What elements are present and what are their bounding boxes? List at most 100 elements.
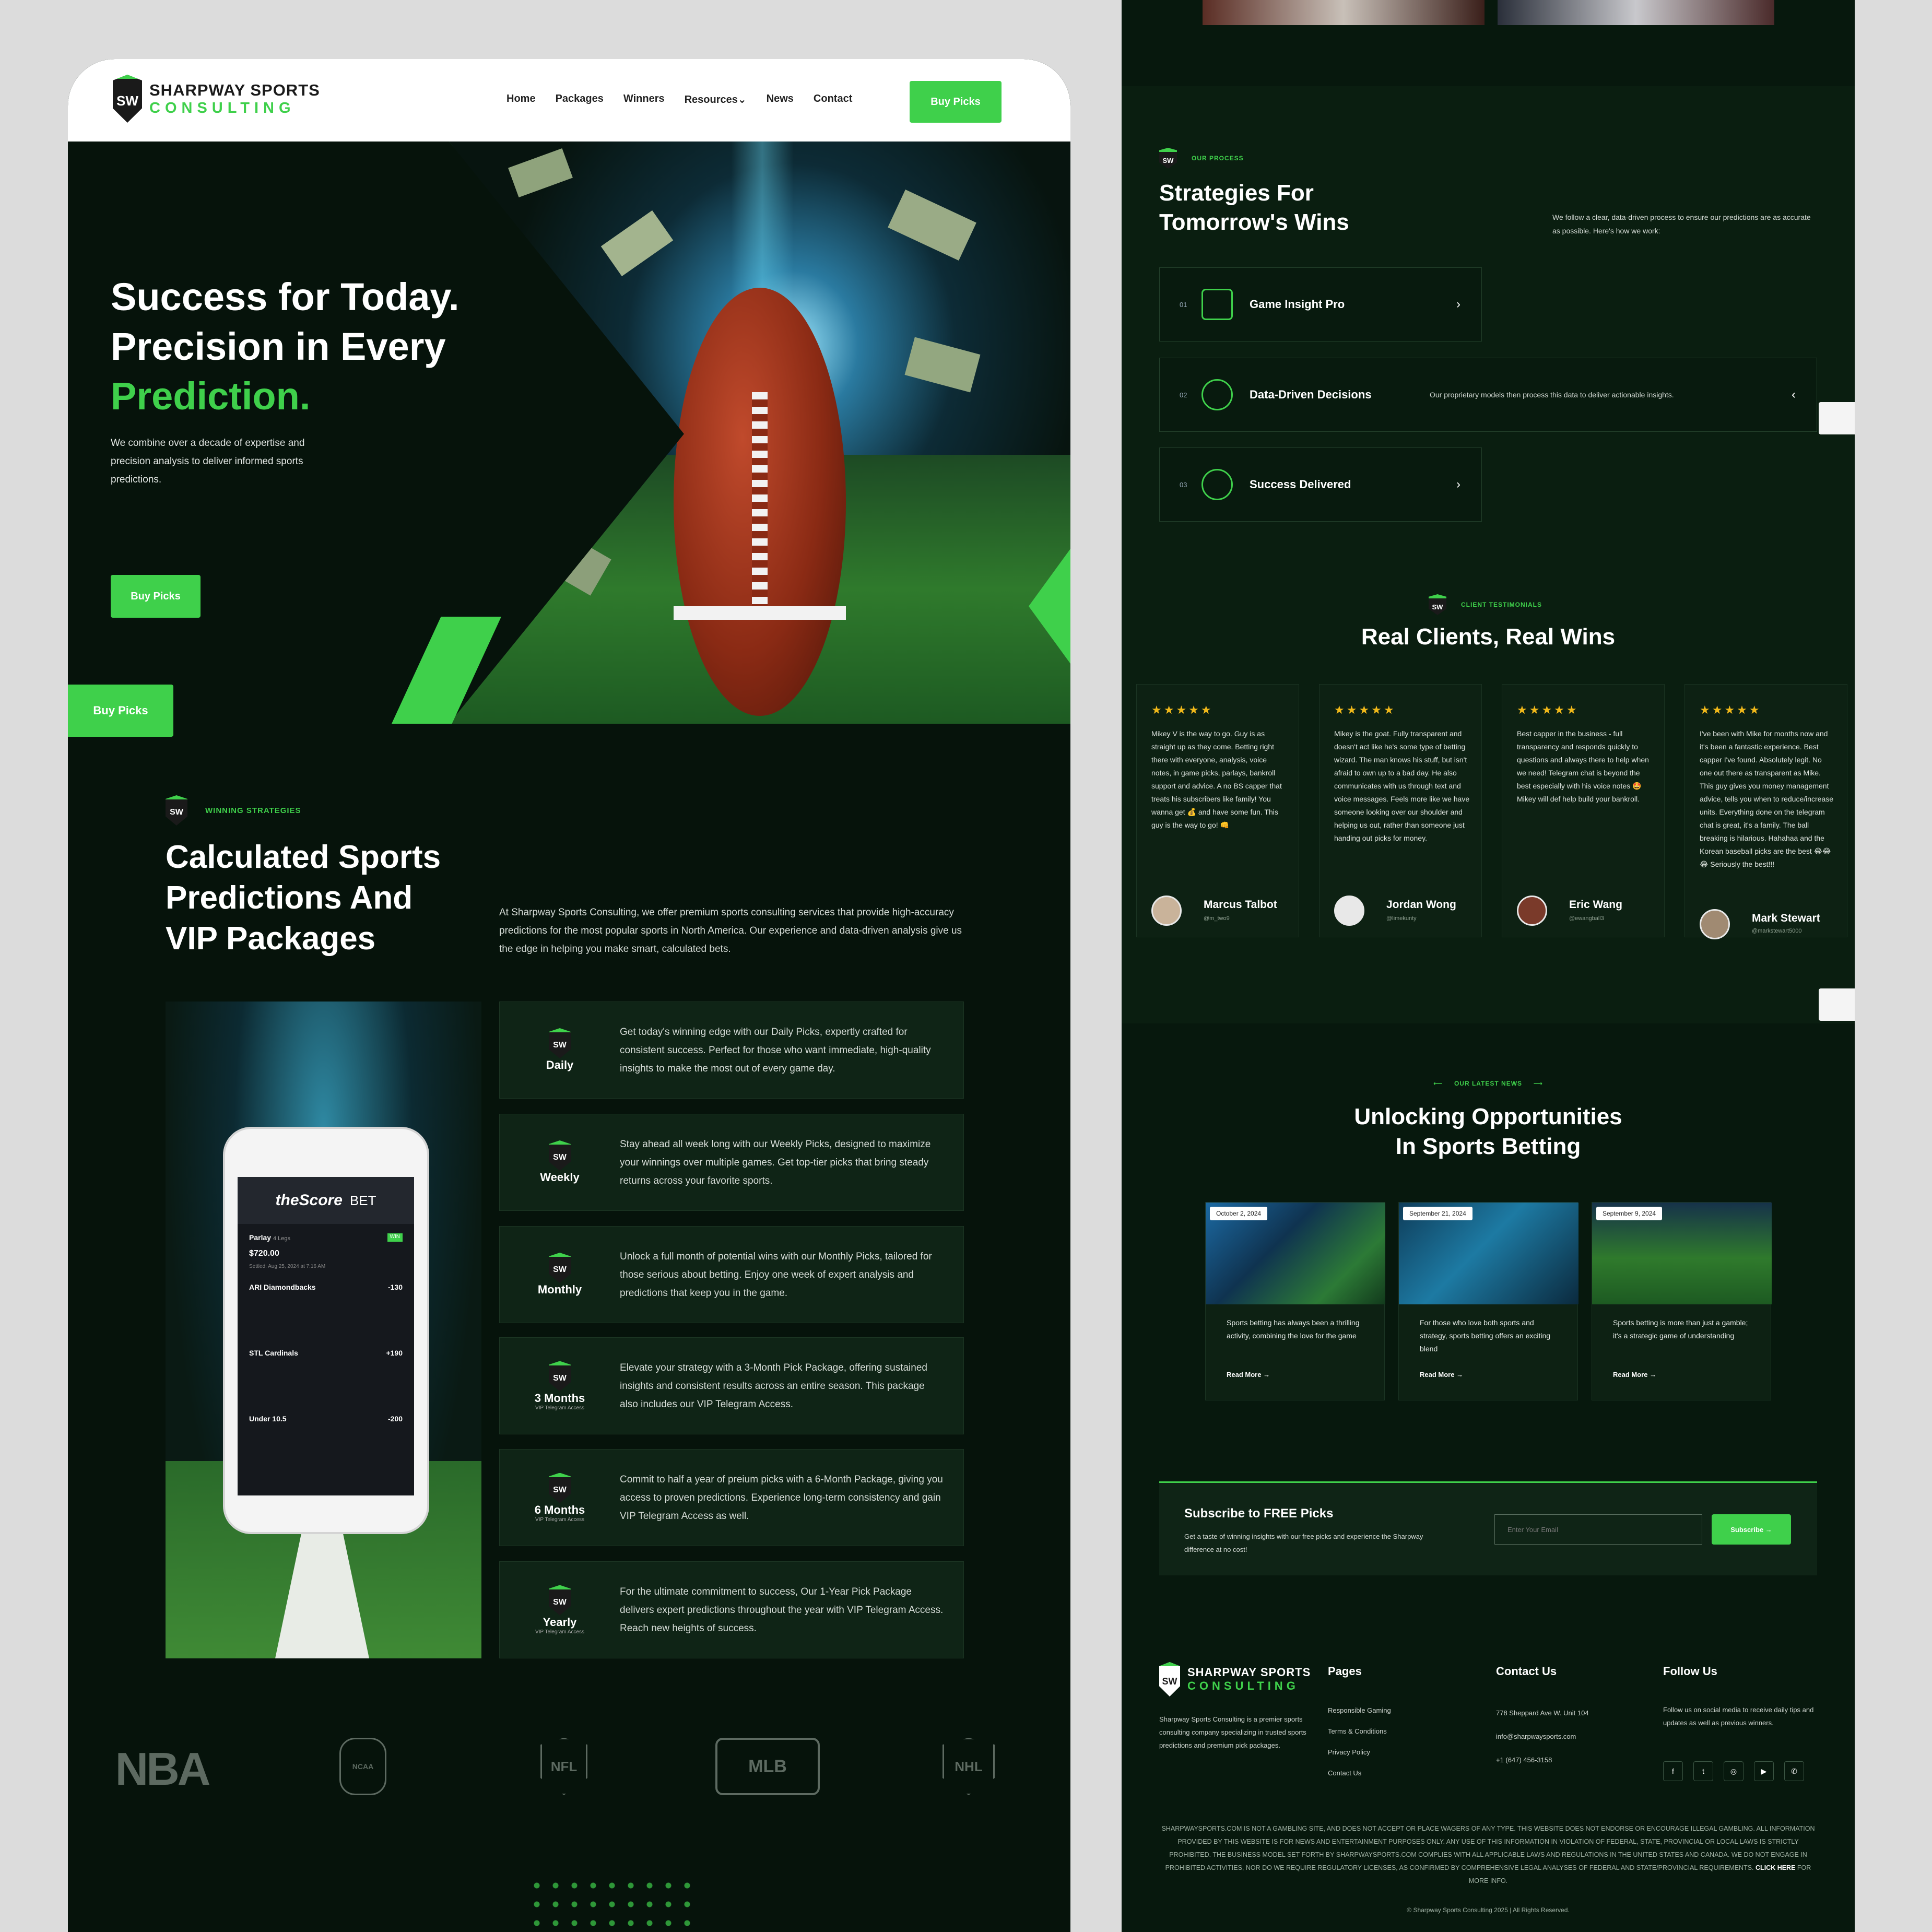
arrow-right-icon: ⟶ bbox=[1533, 1080, 1543, 1087]
header-buy-picks-button[interactable]: Buy Picks bbox=[910, 81, 1002, 123]
phone-screen: theScore BET Parlay 4 Legs WIN $720.00 Set… bbox=[238, 1177, 414, 1495]
avatar bbox=[1700, 909, 1730, 939]
step-title: Data-Driven Decisions bbox=[1250, 388, 1372, 401]
nav-resources[interactable]: Resources⌄ bbox=[685, 93, 747, 106]
package-description: Get today's winning edge with our Daily … bbox=[620, 1026, 931, 1074]
footer-contact-title: Contact Us bbox=[1496, 1665, 1557, 1678]
package-description: Unlock a full month of potential wins wi… bbox=[620, 1251, 932, 1299]
process-step-3[interactable]: 03 Success Delivered › bbox=[1159, 447, 1482, 522]
footer-logo[interactable]: SW SHARPWAY SPORTS CONSULTING bbox=[1159, 1662, 1311, 1697]
parlay-label: Parlay 4 Legs bbox=[249, 1233, 290, 1242]
nfl-logo-icon: NFL bbox=[540, 1738, 587, 1795]
hero-line-2: Precision in Every bbox=[111, 325, 446, 368]
footer-link[interactable]: Contact Us bbox=[1328, 1763, 1391, 1784]
subscribe-title: Subscribe to FREE Picks bbox=[1184, 1506, 1334, 1521]
strategies-label: Winning Strategies bbox=[205, 806, 301, 815]
score-brand: theScore bbox=[275, 1192, 343, 1209]
footer-phone[interactable]: +1 (647) 456-3158 bbox=[1496, 1748, 1589, 1772]
hero-description: We combine over a decade of expertise an… bbox=[111, 438, 305, 485]
testimonial-name: Mark Stewart bbox=[1752, 912, 1820, 924]
footer-link[interactable]: Privacy Policy bbox=[1328, 1742, 1391, 1763]
email-field[interactable] bbox=[1494, 1514, 1702, 1545]
nav-contact[interactable]: Contact bbox=[814, 93, 852, 106]
money-bill-icon bbox=[508, 148, 573, 198]
read-more-link[interactable]: Read More → bbox=[1227, 1371, 1270, 1379]
site-logo[interactable]: SW SHARPWAY SPORTS CONSULTING bbox=[113, 75, 320, 123]
news-date: September 21, 2024 bbox=[1403, 1207, 1472, 1220]
strategies-title-2: Predictions And bbox=[166, 880, 413, 916]
testimonial-handle: @markstewart5000 bbox=[1752, 928, 1802, 934]
site-header: SW SHARPWAY SPORTS CONSULTING Home Packa… bbox=[68, 59, 1070, 142]
parlay-row: Parlay 4 Legs WIN bbox=[249, 1233, 403, 1242]
process-step-1[interactable]: 01 Game Insight Pro › bbox=[1159, 267, 1482, 341]
footer-email[interactable]: info@sharpwaysports.com bbox=[1496, 1725, 1589, 1748]
hero-buy-picks-button[interactable]: Buy Picks bbox=[111, 575, 201, 618]
youtube-icon[interactable]: ▶ bbox=[1754, 1761, 1774, 1781]
footer-about: Sharpway Sports Consulting is a premier … bbox=[1159, 1715, 1306, 1749]
strategies-title-1: Calculated Sports bbox=[166, 839, 441, 875]
home-page-panel-continued: SW Our Process Strategies For Tomorrow's… bbox=[1122, 0, 1855, 1932]
nhl-logo-icon: NHL bbox=[943, 1738, 995, 1795]
package-card-6-months[interactable]: SW 6 Months VIP Telegram Access Commit to … bbox=[499, 1449, 964, 1546]
news-card[interactable]: September 9, 2024 Sports betting is more… bbox=[1592, 1202, 1772, 1400]
strategies-title-3: VIP Packages bbox=[166, 921, 376, 957]
logo-shield-icon: SW bbox=[166, 795, 187, 826]
read-more-link[interactable]: Read More → bbox=[1420, 1371, 1463, 1379]
step-number: 03 bbox=[1180, 480, 1187, 489]
rating-stars-icon: ★★★★★ bbox=[1151, 703, 1214, 716]
click-here-link[interactable]: CLICK HERE bbox=[1756, 1864, 1795, 1871]
package-card-yearly[interactable]: SW Yearly VIP Telegram Access For the ulti… bbox=[499, 1561, 964, 1658]
nav-home[interactable]: Home bbox=[506, 93, 536, 106]
nav-winners[interactable]: Winners bbox=[623, 93, 665, 106]
football-icon bbox=[674, 288, 846, 716]
whatsapp-icon[interactable]: ✆ bbox=[1784, 1761, 1804, 1781]
nba-logo-icon: NBA bbox=[115, 1743, 211, 1795]
bet-leg-row: Under 10.5 -200 bbox=[249, 1415, 403, 1423]
hero-line-3: Prediction. bbox=[111, 374, 311, 418]
twitter-icon[interactable]: t bbox=[1693, 1761, 1713, 1781]
subscribe-button[interactable]: Subscribe → bbox=[1712, 1514, 1791, 1545]
package-card-monthly[interactable]: SW Monthly Unlock a full month of potenti… bbox=[499, 1226, 964, 1323]
read-more-link[interactable]: Read More → bbox=[1613, 1371, 1656, 1379]
recaptcha-badge[interactable] bbox=[1819, 402, 1855, 434]
strategies-description: At Sharpway Sports Consulting, we offer … bbox=[499, 907, 962, 955]
footer-link[interactable]: Responsible Gaming bbox=[1328, 1700, 1391, 1721]
news-excerpt: Sports betting has always been a thrilli… bbox=[1227, 1318, 1360, 1340]
package-card-daily[interactable]: SW Daily Get today's winning edge with ou… bbox=[499, 1002, 964, 1099]
package-card-weekly[interactable]: SW Weekly Stay ahead all week long with o… bbox=[499, 1114, 964, 1211]
footer-follow-title: Follow Us bbox=[1663, 1665, 1717, 1678]
logo-shield-icon: SW bbox=[549, 1140, 571, 1171]
avatar bbox=[1151, 896, 1182, 926]
footer-follow-description: Follow us on social media to receive dai… bbox=[1663, 1706, 1814, 1727]
news-date: September 9, 2024 bbox=[1596, 1207, 1663, 1220]
instagram-icon[interactable]: ◎ bbox=[1724, 1761, 1743, 1781]
package-description: For the ultimate commitment to success, … bbox=[620, 1586, 944, 1634]
betslip-header: theScore BET bbox=[238, 1177, 414, 1224]
testimonial-card: ★★★★★ Best capper in the business - full… bbox=[1502, 684, 1665, 937]
package-description: Elevate your strategy with a 3-Month Pic… bbox=[620, 1362, 927, 1410]
package-icon: SW 6 Months VIP Telegram Access bbox=[500, 1472, 620, 1523]
package-card-3-months[interactable]: SW 3 Months VIP Telegram Access Elevate yo… bbox=[499, 1337, 964, 1434]
nav-packages[interactable]: Packages bbox=[556, 93, 604, 106]
logo-name-top: SHARPWAY SPORTS bbox=[149, 80, 320, 99]
step-description: Our proprietary models then process this… bbox=[1430, 391, 1674, 399]
home-page-panel: SW SHARPWAY SPORTS CONSULTING Home Packa… bbox=[68, 59, 1070, 1932]
top-image-strip bbox=[1203, 0, 1485, 25]
logo-shield-icon: SW bbox=[549, 1028, 571, 1058]
process-title-2: Tomorrow's Wins bbox=[1159, 209, 1349, 235]
process-label: Our Process bbox=[1192, 155, 1244, 162]
news-date: October 2, 2024 bbox=[1210, 1207, 1268, 1220]
news-card[interactable]: October 2, 2024 Sports betting has alway… bbox=[1205, 1202, 1385, 1400]
footer-link[interactable]: Terms & Conditions bbox=[1328, 1721, 1391, 1742]
process-step-2[interactable]: 02 Data-Driven Decisions Our proprietary… bbox=[1159, 358, 1817, 432]
arrow-right-icon: → bbox=[1650, 1371, 1657, 1379]
sticky-buy-picks-button[interactable]: Buy Picks bbox=[68, 685, 173, 737]
facebook-icon[interactable]: f bbox=[1663, 1761, 1683, 1781]
news-card[interactable]: September 21, 2024 For those who love bo… bbox=[1398, 1202, 1578, 1400]
rating-stars-icon: ★★★★★ bbox=[1334, 703, 1396, 716]
nav-news[interactable]: News bbox=[767, 93, 794, 106]
testimonial-card: ★★★★★ Mikey is the goat. Fully transpare… bbox=[1319, 684, 1482, 937]
logo-shield-icon: SW bbox=[113, 75, 142, 123]
recaptcha-badge[interactable] bbox=[1819, 988, 1855, 1021]
news-title: Unlocking Opportunities In Sports Bettin… bbox=[1122, 1102, 1855, 1161]
